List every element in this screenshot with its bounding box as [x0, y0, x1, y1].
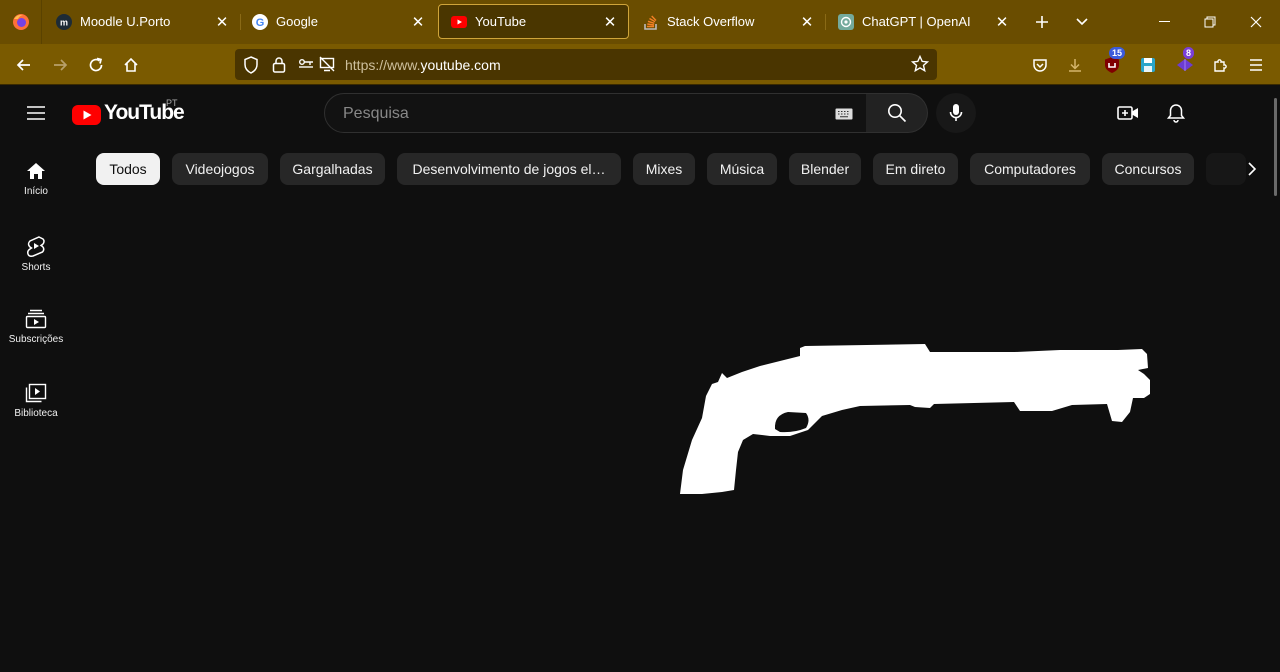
shotgun-silhouette-image [680, 344, 1150, 494]
page-scrollbar[interactable] [1274, 98, 1277, 196]
